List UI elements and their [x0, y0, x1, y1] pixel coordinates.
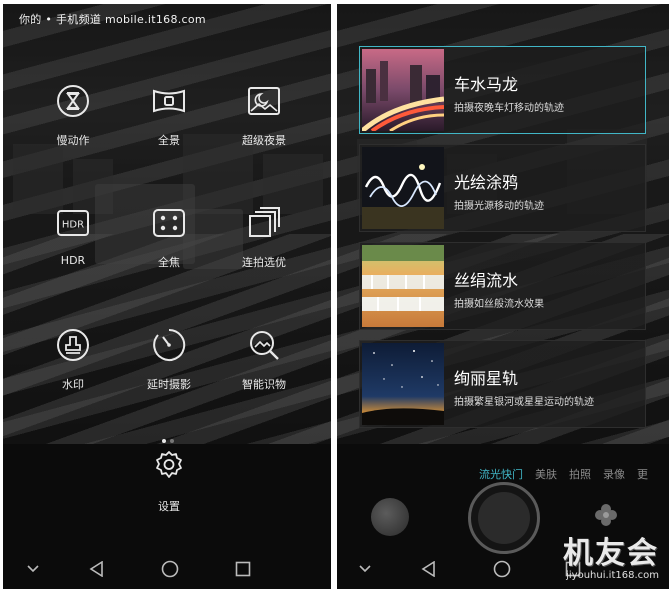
page-dot-active: [162, 439, 166, 443]
mode-label: 超级夜景: [242, 134, 286, 147]
mode-tab-light-painting[interactable]: 流光快门: [479, 466, 523, 482]
effect-silky-water[interactable]: 丝绢流水 拍摄如丝般流水效果: [359, 242, 646, 330]
recents-icon[interactable]: [231, 557, 255, 581]
camera-modes-panel: 你的 • 手机频道 mobile.it168.com 慢动作 全景 超级夜景 H…: [3, 4, 331, 589]
home-icon[interactable]: [490, 557, 514, 581]
mode-label: 全景: [158, 134, 180, 147]
night-scene-icon: [245, 82, 283, 120]
effect-title: 绚丽星轨: [454, 369, 519, 388]
mode-slow-motion[interactable]: 慢动作: [25, 82, 121, 148]
shutter-button[interactable]: [468, 482, 540, 554]
mode-hdr[interactable]: HDR HDR: [25, 204, 121, 267]
mode-tab-video[interactable]: 录像: [603, 466, 625, 482]
effect-title: 光绘涂鸦: [454, 173, 519, 192]
mode-tab-photo[interactable]: 拍照: [569, 466, 591, 482]
hdr-icon-text: HDR: [62, 220, 84, 231]
mode-label: 智能识物: [242, 378, 286, 391]
gallery-thumbnail[interactable]: [371, 498, 409, 536]
all-focus-icon: [150, 204, 188, 242]
object-recognition-icon: [245, 326, 283, 364]
mode-label: 水印: [62, 378, 84, 391]
mode-timelapse[interactable]: 延时摄影: [121, 326, 217, 392]
effect-description: 拍摄夜晚车灯移动的轨迹: [454, 103, 564, 114]
mode-watermark[interactable]: 水印: [25, 326, 121, 392]
mode-panorama[interactable]: 全景: [121, 82, 217, 148]
navigation-bar: [3, 549, 331, 589]
mode-label: 全焦: [158, 256, 180, 269]
star-trails-thumbnail: [362, 343, 444, 425]
settings-button[interactable]: 设置: [121, 450, 217, 514]
mode-all-focus[interactable]: 全焦: [121, 204, 217, 270]
effect-title: 车水马龙: [454, 75, 519, 94]
car-light-trails-thumbnail: [362, 49, 444, 131]
effect-title: 丝绢流水: [454, 271, 519, 290]
back-icon[interactable]: [85, 557, 109, 581]
mode-tab-beauty[interactable]: 美肤: [535, 466, 557, 482]
mode-label: 慢动作: [56, 134, 90, 147]
light-graffiti-thumbnail: [362, 147, 444, 229]
effect-description: 拍摄繁星银河或星星运动的轨迹: [454, 397, 594, 408]
watermark-stamp-icon: [54, 326, 92, 364]
effect-description: 拍摄如丝般流水效果: [454, 299, 544, 310]
panorama-icon: [150, 82, 188, 120]
page-indicator: [160, 428, 176, 447]
brand-url: jiyouhui.it168.com: [566, 570, 659, 581]
brand-name: 机友会: [563, 536, 659, 571]
light-painting-panel: 车水马龙 拍摄夜晚车灯移动的轨迹 光绘涂鸦 拍摄光源移动的轨迹 丝绢流水 拍摄如…: [337, 4, 669, 589]
effect-star-trails[interactable]: 绚丽星轨 拍摄繁星银河或星星运动的轨迹: [359, 340, 646, 428]
hourglass-icon: [54, 82, 92, 120]
chevron-down-icon[interactable]: [21, 557, 45, 581]
gear-icon: [121, 450, 217, 484]
mode-super-night[interactable]: 超级夜景: [216, 82, 312, 148]
settings-label: 设置: [158, 500, 180, 513]
chevron-down-icon[interactable]: [353, 557, 377, 581]
mode-label: HDR: [60, 254, 86, 267]
timelapse-icon: [150, 326, 188, 364]
effect-description: 拍摄光源移动的轨迹: [454, 201, 544, 212]
mode-tab-more[interactable]: 更: [637, 466, 648, 482]
mode-object-recognition[interactable]: 智能识物: [216, 326, 312, 392]
page-dot: [170, 439, 174, 443]
effect-car-light-trails[interactable]: 车水马龙 拍摄夜晚车灯移动的轨迹: [359, 46, 646, 134]
mode-label: 延时摄影: [147, 378, 191, 391]
hdr-icon: HDR: [54, 204, 92, 242]
home-icon[interactable]: [158, 557, 182, 581]
back-icon[interactable]: [417, 557, 441, 581]
camera-mode-selector: 流光快门 美肤 拍照 录像 更: [479, 466, 660, 482]
burst-icon: [245, 204, 283, 242]
mode-label: 连拍选优: [242, 256, 286, 269]
brand-watermark: 机友会 jiyouhui.it168.com: [563, 528, 659, 581]
effect-light-graffiti[interactable]: 光绘涂鸦 拍摄光源移动的轨迹: [359, 144, 646, 232]
silky-water-thumbnail: [362, 245, 444, 327]
site-watermark: 你的 • 手机频道 mobile.it168.com: [19, 13, 206, 26]
mode-burst[interactable]: 连拍选优: [216, 204, 312, 270]
